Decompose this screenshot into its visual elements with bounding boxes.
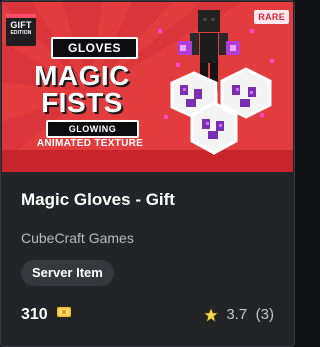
item-creator[interactable]: CubeCraft Games	[21, 229, 134, 247]
item-price: 310	[21, 305, 72, 325]
item-rating: 3.7 (3)	[203, 305, 274, 325]
gift-badge-subtext: EDITION	[10, 30, 32, 36]
thumbnail-animated-label: ANIMATED TEXTURE	[36, 138, 144, 149]
price-value: 310	[21, 306, 48, 323]
rating-count: (3)	[255, 306, 274, 323]
star-icon	[203, 307, 219, 323]
thumbnail-category-label: GLOVES	[51, 37, 138, 59]
item-thumbnail[interactable]: GIFT EDITION RARE GLOVES MAGIC FISTS GLO…	[2, 2, 293, 172]
gift-edition-badge: GIFT EDITION	[6, 14, 36, 46]
gift-badge-text: GIFT	[10, 20, 32, 30]
character-figure-illustration	[158, 10, 274, 155]
thumbnail-glowing-label: GLOWING	[46, 120, 139, 138]
marketplace-item-card[interactable]: GIFT EDITION RARE GLOVES MAGIC FISTS GLO…	[0, 0, 295, 347]
rating-value: 3.7	[226, 306, 248, 323]
item-type-chip: Server Item	[21, 260, 114, 286]
item-title[interactable]: Magic Gloves - Gift	[21, 189, 175, 211]
thumbnail-title-line2: FISTS	[41, 87, 123, 118]
minecoin-icon	[57, 307, 72, 317]
thumbnail-title-line1: MAGIC	[34, 60, 130, 91]
